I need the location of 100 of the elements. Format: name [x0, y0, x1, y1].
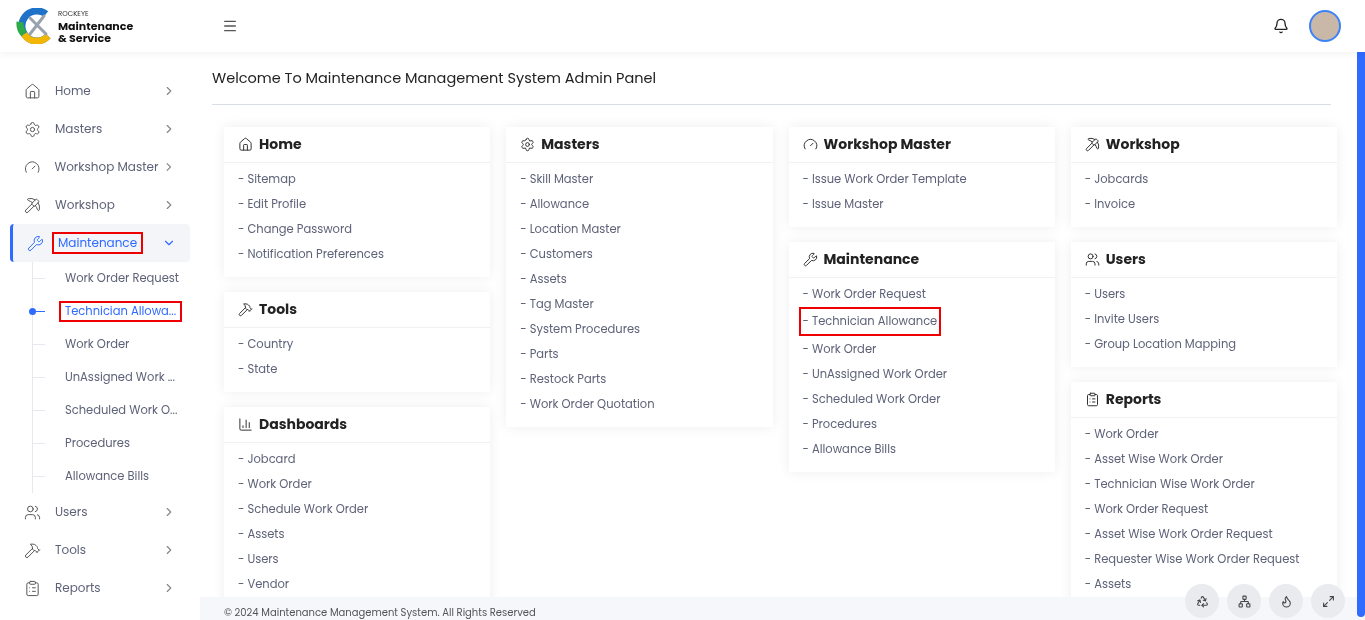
- gauge-icon: [802, 136, 818, 152]
- card-link[interactable]: - Vendor: [236, 571, 292, 597]
- card-title: Tools: [259, 298, 298, 320]
- settings-icon: [520, 136, 536, 152]
- sidebar-label: Masters: [54, 120, 104, 138]
- card-link[interactable]: - Assets: [518, 266, 569, 292]
- sidebar-item[interactable]: Maintenance: [10, 224, 190, 262]
- card-link[interactable]: - Assets: [1082, 571, 1134, 597]
- wrench-icon: [27, 234, 44, 252]
- flame-icon: [1279, 594, 1293, 608]
- card-title: Maintenance: [823, 248, 920, 270]
- card-link[interactable]: - Technician Allowance: [800, 309, 940, 335]
- card-title: Home: [259, 133, 302, 155]
- card-link[interactable]: - Work Order: [800, 336, 879, 362]
- card-link[interactable]: - Schedule Work Order: [236, 496, 371, 522]
- card-link[interactable]: - Users: [1082, 281, 1128, 307]
- submenu-item[interactable]: Technician Allowa...: [61, 302, 181, 321]
- card-link[interactable]: - Jobcard: [236, 446, 298, 472]
- sidebar-label: Workshop Master: [53, 158, 160, 176]
- sidebar-label: Maintenance: [54, 234, 142, 252]
- settings-icon: [24, 120, 41, 138]
- submenu-item[interactable]: Allowance Bills: [61, 467, 154, 486]
- sidebar-item[interactable]: Workshop Master: [10, 148, 190, 186]
- expand-icon: [1321, 594, 1335, 608]
- avatar[interactable]: [1309, 10, 1341, 42]
- card-title: Dashboards: [259, 413, 348, 435]
- nodes-icon: [1237, 594, 1251, 608]
- card-link[interactable]: - Work Order: [236, 471, 314, 497]
- card-title: Workshop: [1105, 133, 1180, 155]
- users-icon: [24, 503, 41, 521]
- card-link[interactable]: - Country: [236, 331, 296, 357]
- sidebar-item[interactable]: Home: [10, 72, 190, 110]
- card-link[interactable]: - Restock Parts: [518, 366, 609, 392]
- card-link[interactable]: - Asset Wise Work Order: [1082, 446, 1225, 472]
- home-icon: [24, 82, 41, 100]
- submenu-item[interactable]: UnAssigned Work ...: [61, 368, 179, 387]
- copyright-text: © 2024 Maintenance Management System. All Rights Reserved: [224, 605, 536, 620]
- wrench-icon: [802, 251, 818, 267]
- card-link[interactable]: - Work Order Quotation: [518, 391, 657, 417]
- card-link[interactable]: - Parts: [518, 341, 561, 367]
- sidebar-item[interactable]: Tools: [10, 531, 190, 569]
- card-link[interactable]: - Tag Master: [518, 291, 596, 317]
- clipboard-icon: [24, 579, 41, 597]
- card-link[interactable]: - Assets: [236, 521, 287, 547]
- card-link[interactable]: - Scheduled Work Order: [800, 386, 943, 412]
- card-link[interactable]: - Technician Wise Work Order: [1082, 471, 1257, 497]
- submenu-item[interactable]: Work Order: [61, 335, 134, 354]
- card-link[interactable]: - Notification Preferences: [236, 241, 386, 267]
- users-icon: [1084, 251, 1100, 267]
- card-link[interactable]: - Edit Profile: [236, 191, 309, 217]
- card-title: Users: [1105, 248, 1146, 270]
- card-link[interactable]: - Asset Wise Work Order Request: [1082, 521, 1275, 547]
- page-title: Welcome To Maintenance Management System Admin Panel: [212, 68, 1331, 105]
- card-link[interactable]: - Allowance Bills: [800, 436, 898, 462]
- recycle-icon: [1195, 594, 1209, 608]
- card-link[interactable]: - Jobcards: [1082, 166, 1151, 192]
- menu-button[interactable]: [222, 18, 238, 34]
- card-link[interactable]: - Procedures: [800, 411, 879, 437]
- card-link[interactable]: - Issue Work Order Template: [800, 166, 969, 192]
- card-link[interactable]: - Work Order Request: [1082, 496, 1211, 522]
- card-link[interactable]: - Requester Wise Work Order Request: [1082, 546, 1302, 572]
- gauge-icon: [24, 158, 41, 176]
- clipboard-icon: [1084, 391, 1100, 407]
- sidebar-item[interactable]: Masters: [10, 110, 190, 148]
- sidebar-label: Reports: [54, 579, 102, 597]
- card-link[interactable]: - Location Master: [518, 216, 623, 242]
- notification-button[interactable]: [1273, 18, 1289, 34]
- sidebar-label: Tools: [54, 541, 88, 559]
- card-link[interactable]: - Work Order Request: [800, 281, 928, 307]
- card-link[interactable]: - State: [236, 356, 280, 382]
- card-link[interactable]: - System Procedures: [518, 316, 643, 342]
- home-icon: [238, 136, 253, 152]
- bar-chart-icon: [238, 416, 253, 432]
- sidebar-label: Workshop: [54, 196, 116, 214]
- card-link[interactable]: - Users: [236, 546, 281, 572]
- card-link[interactable]: - Invoice: [1082, 191, 1138, 217]
- card-link[interactable]: - Skill Master: [518, 166, 596, 192]
- brand-name: & Service: [58, 32, 112, 44]
- sidebar-item[interactable]: Users: [10, 493, 190, 531]
- card-title: Masters: [541, 133, 600, 155]
- sidebar-item[interactable]: Reports: [10, 569, 190, 607]
- sidebar-item[interactable]: Workshop: [10, 186, 190, 224]
- card-link[interactable]: - UnAssigned Work Order: [800, 361, 950, 387]
- card-title: Reports: [1105, 388, 1162, 410]
- card-link[interactable]: - Work Order: [1082, 421, 1161, 447]
- hammer-icon: [238, 301, 253, 317]
- submenu-item[interactable]: Work Order Request: [61, 269, 184, 288]
- submenu-item[interactable]: Scheduled Work O...: [61, 401, 182, 420]
- card-link[interactable]: - Group Location Mapping: [1082, 331, 1239, 357]
- sidebar-label: Users: [54, 503, 89, 521]
- submenu-item[interactable]: Procedures: [61, 434, 134, 453]
- card-link[interactable]: - Issue Master: [800, 191, 886, 217]
- card-link[interactable]: - Allowance: [518, 191, 592, 217]
- card-title: Workshop Master: [823, 133, 951, 155]
- card-link[interactable]: - Sitemap: [236, 166, 298, 192]
- card-link[interactable]: - Customers: [518, 241, 595, 267]
- card-link[interactable]: - Invite Users: [1082, 306, 1162, 332]
- sidebar-label: Home: [54, 82, 92, 100]
- brand-name: Maintenance: [58, 20, 134, 32]
- card-link[interactable]: - Change Password: [236, 216, 355, 242]
